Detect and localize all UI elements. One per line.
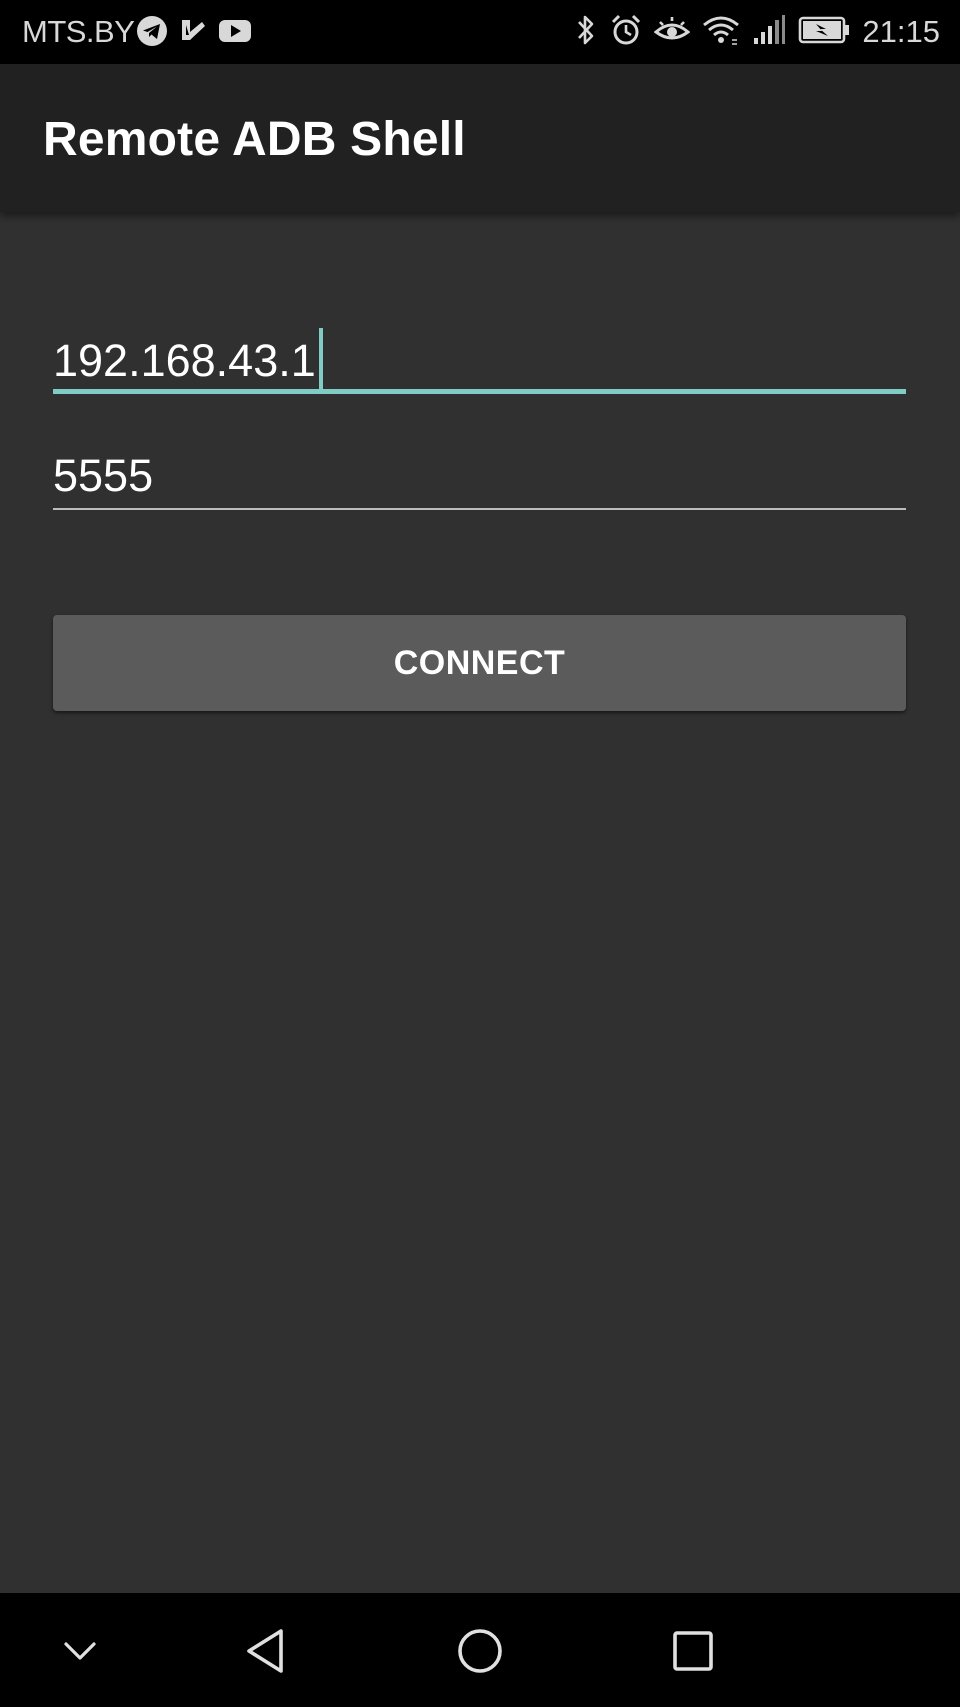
- port-field[interactable]: 5555: [53, 440, 906, 516]
- wifi-icon: [702, 14, 740, 51]
- ip-address-field[interactable]: 192.168.43.1: [53, 318, 906, 398]
- back-icon[interactable]: [236, 1621, 296, 1681]
- tick-check-icon: [178, 16, 208, 51]
- port-value[interactable]: 5555: [53, 450, 153, 502]
- home-icon[interactable]: [450, 1621, 510, 1681]
- bluetooth-icon: [574, 13, 598, 52]
- screen: MTS.BY 21:15 Remote ADB Shell 192.168.43…: [0, 0, 960, 1707]
- recents-icon[interactable]: [663, 1621, 723, 1681]
- signal-icon: [752, 14, 786, 51]
- status-bar: MTS.BY 21:15: [0, 0, 960, 64]
- app-title: Remote ADB Shell: [43, 113, 466, 166]
- port-underline: [53, 508, 906, 510]
- app-bar: Remote ADB Shell: [0, 64, 960, 212]
- system-icons: [574, 14, 850, 50]
- battery-charging-icon: [798, 15, 850, 50]
- notification-icons: [136, 15, 252, 52]
- ip-address-value[interactable]: 192.168.43.1: [53, 335, 316, 386]
- alarm-icon: [610, 13, 642, 52]
- ip-address-underline: [53, 389, 906, 394]
- eye-comfort-icon: [653, 14, 691, 51]
- text-cursor: [318, 328, 323, 390]
- ip-address-input-wrap[interactable]: 192.168.43.1: [53, 328, 323, 390]
- navigation-bar: [0, 1593, 960, 1707]
- clock: 21:15: [862, 14, 940, 49]
- hide-keyboard-icon[interactable]: [50, 1621, 110, 1681]
- connect-button[interactable]: CONNECT: [53, 615, 906, 711]
- telegram-icon: [136, 15, 168, 52]
- youtube-icon: [218, 17, 252, 50]
- carrier-name: MTS.BY: [22, 14, 135, 49]
